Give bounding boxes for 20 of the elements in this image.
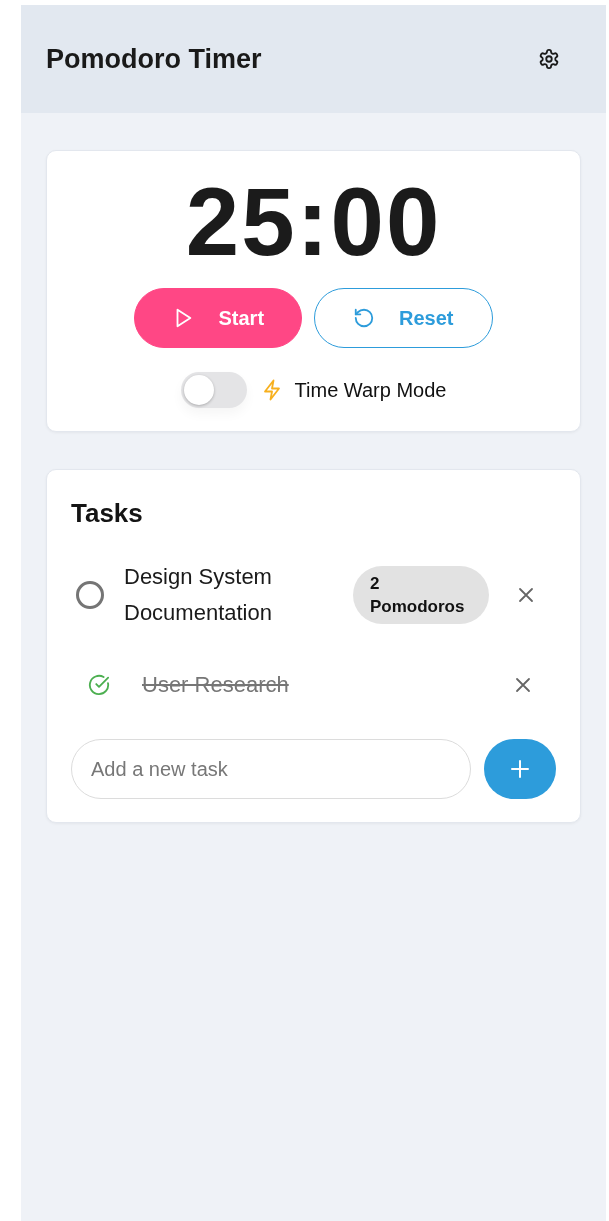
close-icon	[515, 677, 531, 693]
task-checkbox[interactable]	[76, 581, 104, 609]
add-button[interactable]	[484, 739, 556, 799]
toggle-label: Time Warp Mode	[294, 378, 447, 402]
section-title: Tasks	[71, 497, 144, 530]
task-text: Design System Documentation	[124, 563, 273, 627]
task-checkbox[interactable]	[88, 674, 110, 696]
start-button[interactable]: Start	[134, 288, 303, 348]
app-title: Pomodoro Timer	[46, 43, 262, 75]
task-text: User Research	[142, 671, 290, 699]
pomodoro-badge: 2 Pomodoros	[353, 566, 489, 624]
plus-icon	[511, 760, 529, 778]
reset-button[interactable]: Reset	[314, 288, 493, 348]
close-icon	[518, 587, 534, 603]
lightning-bolt-icon	[262, 379, 281, 401]
toggle-switch[interactable]	[180, 372, 247, 408]
new-task-field[interactable]: Add a new task	[71, 739, 471, 799]
timer-display: 25:00	[185, 167, 442, 277]
settings-icon	[538, 48, 560, 70]
reset-icon	[353, 307, 376, 329]
